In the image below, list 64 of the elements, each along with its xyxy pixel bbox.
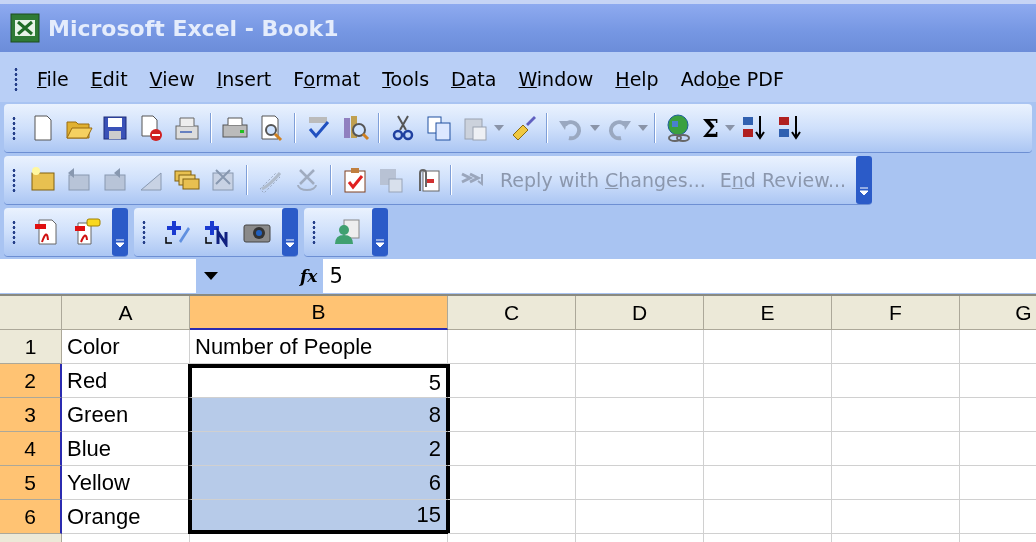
table-cell: 15 <box>188 500 450 534</box>
function-symbol[interactable]: fx <box>294 266 324 286</box>
autosum-button[interactable]: Σ <box>700 113 721 143</box>
table-cell: Color <box>62 330 190 364</box>
table-cell: 2 <box>188 432 450 466</box>
column-header[interactable]: B <box>190 296 448 330</box>
empty-cell[interactable] <box>832 432 960 466</box>
column-header[interactable]: C <box>448 296 576 330</box>
column-header[interactable]: G <box>960 296 1036 330</box>
empty-cell[interactable] <box>832 330 960 364</box>
empty-cell[interactable] <box>576 432 704 466</box>
column-header[interactable]: A <box>62 296 190 330</box>
empty-cell[interactable] <box>576 500 704 534</box>
empty-cell[interactable] <box>832 500 960 534</box>
empty-cell[interactable] <box>576 466 704 500</box>
empty-cell[interactable] <box>448 364 576 398</box>
toolbar-options-icon[interactable] <box>856 156 873 204</box>
empty-cell[interactable] <box>576 398 704 432</box>
select-all-corner[interactable] <box>0 296 62 330</box>
copy-icon[interactable] <box>424 113 454 143</box>
empty-cell[interactable] <box>832 364 960 398</box>
row-header[interactable]: 2 <box>0 364 62 398</box>
row-header[interactable]: 3 <box>0 398 62 432</box>
spreadsheet-app-icon <box>10 13 40 43</box>
menu-item[interactable]: File <box>28 64 78 94</box>
empty-cell[interactable] <box>832 398 960 432</box>
empty-cell[interactable] <box>704 330 832 364</box>
table-cell: 8 <box>188 398 450 432</box>
empty-cell[interactable] <box>704 466 832 500</box>
menu-item[interactable]: Adobe PDF <box>671 64 793 94</box>
window-title: Microsoft Excel - Book1 <box>48 15 339 41</box>
menu-item[interactable]: View <box>140 64 204 94</box>
column-header[interactable]: F <box>832 296 960 330</box>
row-header[interactable]: 1 <box>0 330 62 364</box>
row-header[interactable]: 5 <box>0 466 62 500</box>
menu-item[interactable]: Edit <box>81 64 137 94</box>
menu-item[interactable]: Help <box>606 64 668 94</box>
row-header[interactable]: 6 <box>0 500 62 534</box>
empty-cell[interactable] <box>448 330 576 364</box>
menu-item[interactable]: Window <box>509 64 603 94</box>
menu-item[interactable]: Insert <box>207 64 281 94</box>
pdf-comment-icon[interactable] <box>72 217 102 247</box>
table-cell: Number of People <box>190 330 448 364</box>
dropdown-arrow-icon[interactable] <box>204 272 218 280</box>
menu-item[interactable]: Format <box>284 64 370 94</box>
menu-item[interactable]: Data <box>442 64 506 94</box>
column-header[interactable]: D <box>576 296 704 330</box>
empty-cell[interactable] <box>704 364 832 398</box>
person-document-icon[interactable] <box>332 217 362 247</box>
toolbar-options-icon[interactable] <box>282 208 298 256</box>
toolbar-options-icon[interactable] <box>112 208 128 256</box>
formula-field[interactable]: 5 <box>323 259 1036 293</box>
table-cell: 6 <box>188 466 450 500</box>
empty-cell[interactable] <box>704 500 832 534</box>
empty-cell[interactable] <box>704 398 832 432</box>
toolbar-options-icon[interactable] <box>372 208 388 256</box>
row-header[interactable]: 4 <box>0 432 62 466</box>
column-header[interactable]: E <box>704 296 832 330</box>
table-cell: Red <box>62 364 190 398</box>
empty-cell[interactable] <box>832 466 960 500</box>
empty-cell[interactable] <box>576 364 704 398</box>
menu-item[interactable]: Tools <box>373 64 439 94</box>
empty-cell[interactable] <box>704 432 832 466</box>
empty-cell[interactable] <box>576 330 704 364</box>
